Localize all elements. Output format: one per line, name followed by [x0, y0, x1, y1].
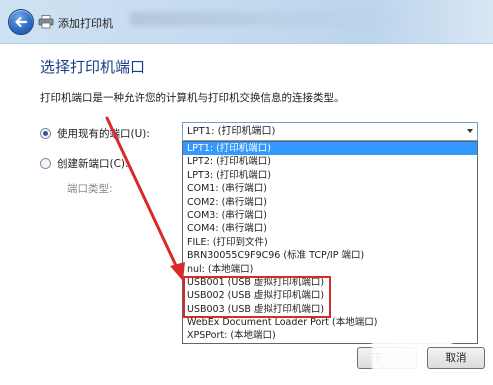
back-arrow-icon: [15, 16, 28, 28]
port-option[interactable]: LPT1: (打印机端口): [183, 142, 477, 156]
port-option[interactable]: nul: (本地端口): [183, 263, 477, 276]
port-option[interactable]: FILE: (打印到文件): [183, 236, 477, 249]
chevron-down-icon[interactable]: [467, 129, 473, 133]
blurred-title-region: [130, 12, 400, 26]
window-title: 添加打印机: [58, 17, 113, 30]
usb-ports-highlight-box: [183, 276, 331, 318]
use-existing-port-radio[interactable]: [40, 128, 51, 139]
title-bar: 添加打印机: [0, 0, 493, 44]
port-select-value: LPT1: (打印机端口): [187, 126, 276, 137]
page-title: 选择打印机端口: [40, 58, 146, 76]
port-option[interactable]: COM3: (串行端口): [183, 209, 477, 222]
port-option[interactable]: COM4: (串行端口): [183, 222, 477, 235]
port-option[interactable]: COM1: (串行端口): [183, 182, 477, 195]
cancel-button[interactable]: 取消: [427, 347, 485, 369]
page-description: 打印机端口是一种允许您的计算机与打印机交换信息的连接类型。: [40, 92, 345, 104]
port-option[interactable]: LPT2: (打印机端口): [183, 155, 477, 168]
port-option[interactable]: WebEx Document Loader Port (本地端口): [183, 316, 477, 329]
create-new-port-option[interactable]: 创建新端口(C):: [40, 156, 129, 171]
use-existing-port-option[interactable]: 使用现有的端口(U):: [40, 126, 150, 141]
port-select[interactable]: LPT1: (打印机端口): [182, 122, 478, 141]
create-new-port-label: 创建新端口(C):: [57, 158, 129, 170]
port-option[interactable]: BRN30055C9F9C96 (标准 TCP/IP 端口): [183, 249, 477, 262]
create-new-port-radio[interactable]: [40, 158, 51, 169]
port-option[interactable]: COM2: (串行端口): [183, 196, 477, 209]
use-existing-port-label: 使用现有的端口(U):: [57, 128, 150, 140]
back-button[interactable]: [8, 9, 34, 35]
printer-icon: [38, 15, 54, 29]
port-type-label: 端口类型:: [67, 183, 113, 195]
port-option[interactable]: LPT3: (打印机端口): [183, 169, 477, 182]
